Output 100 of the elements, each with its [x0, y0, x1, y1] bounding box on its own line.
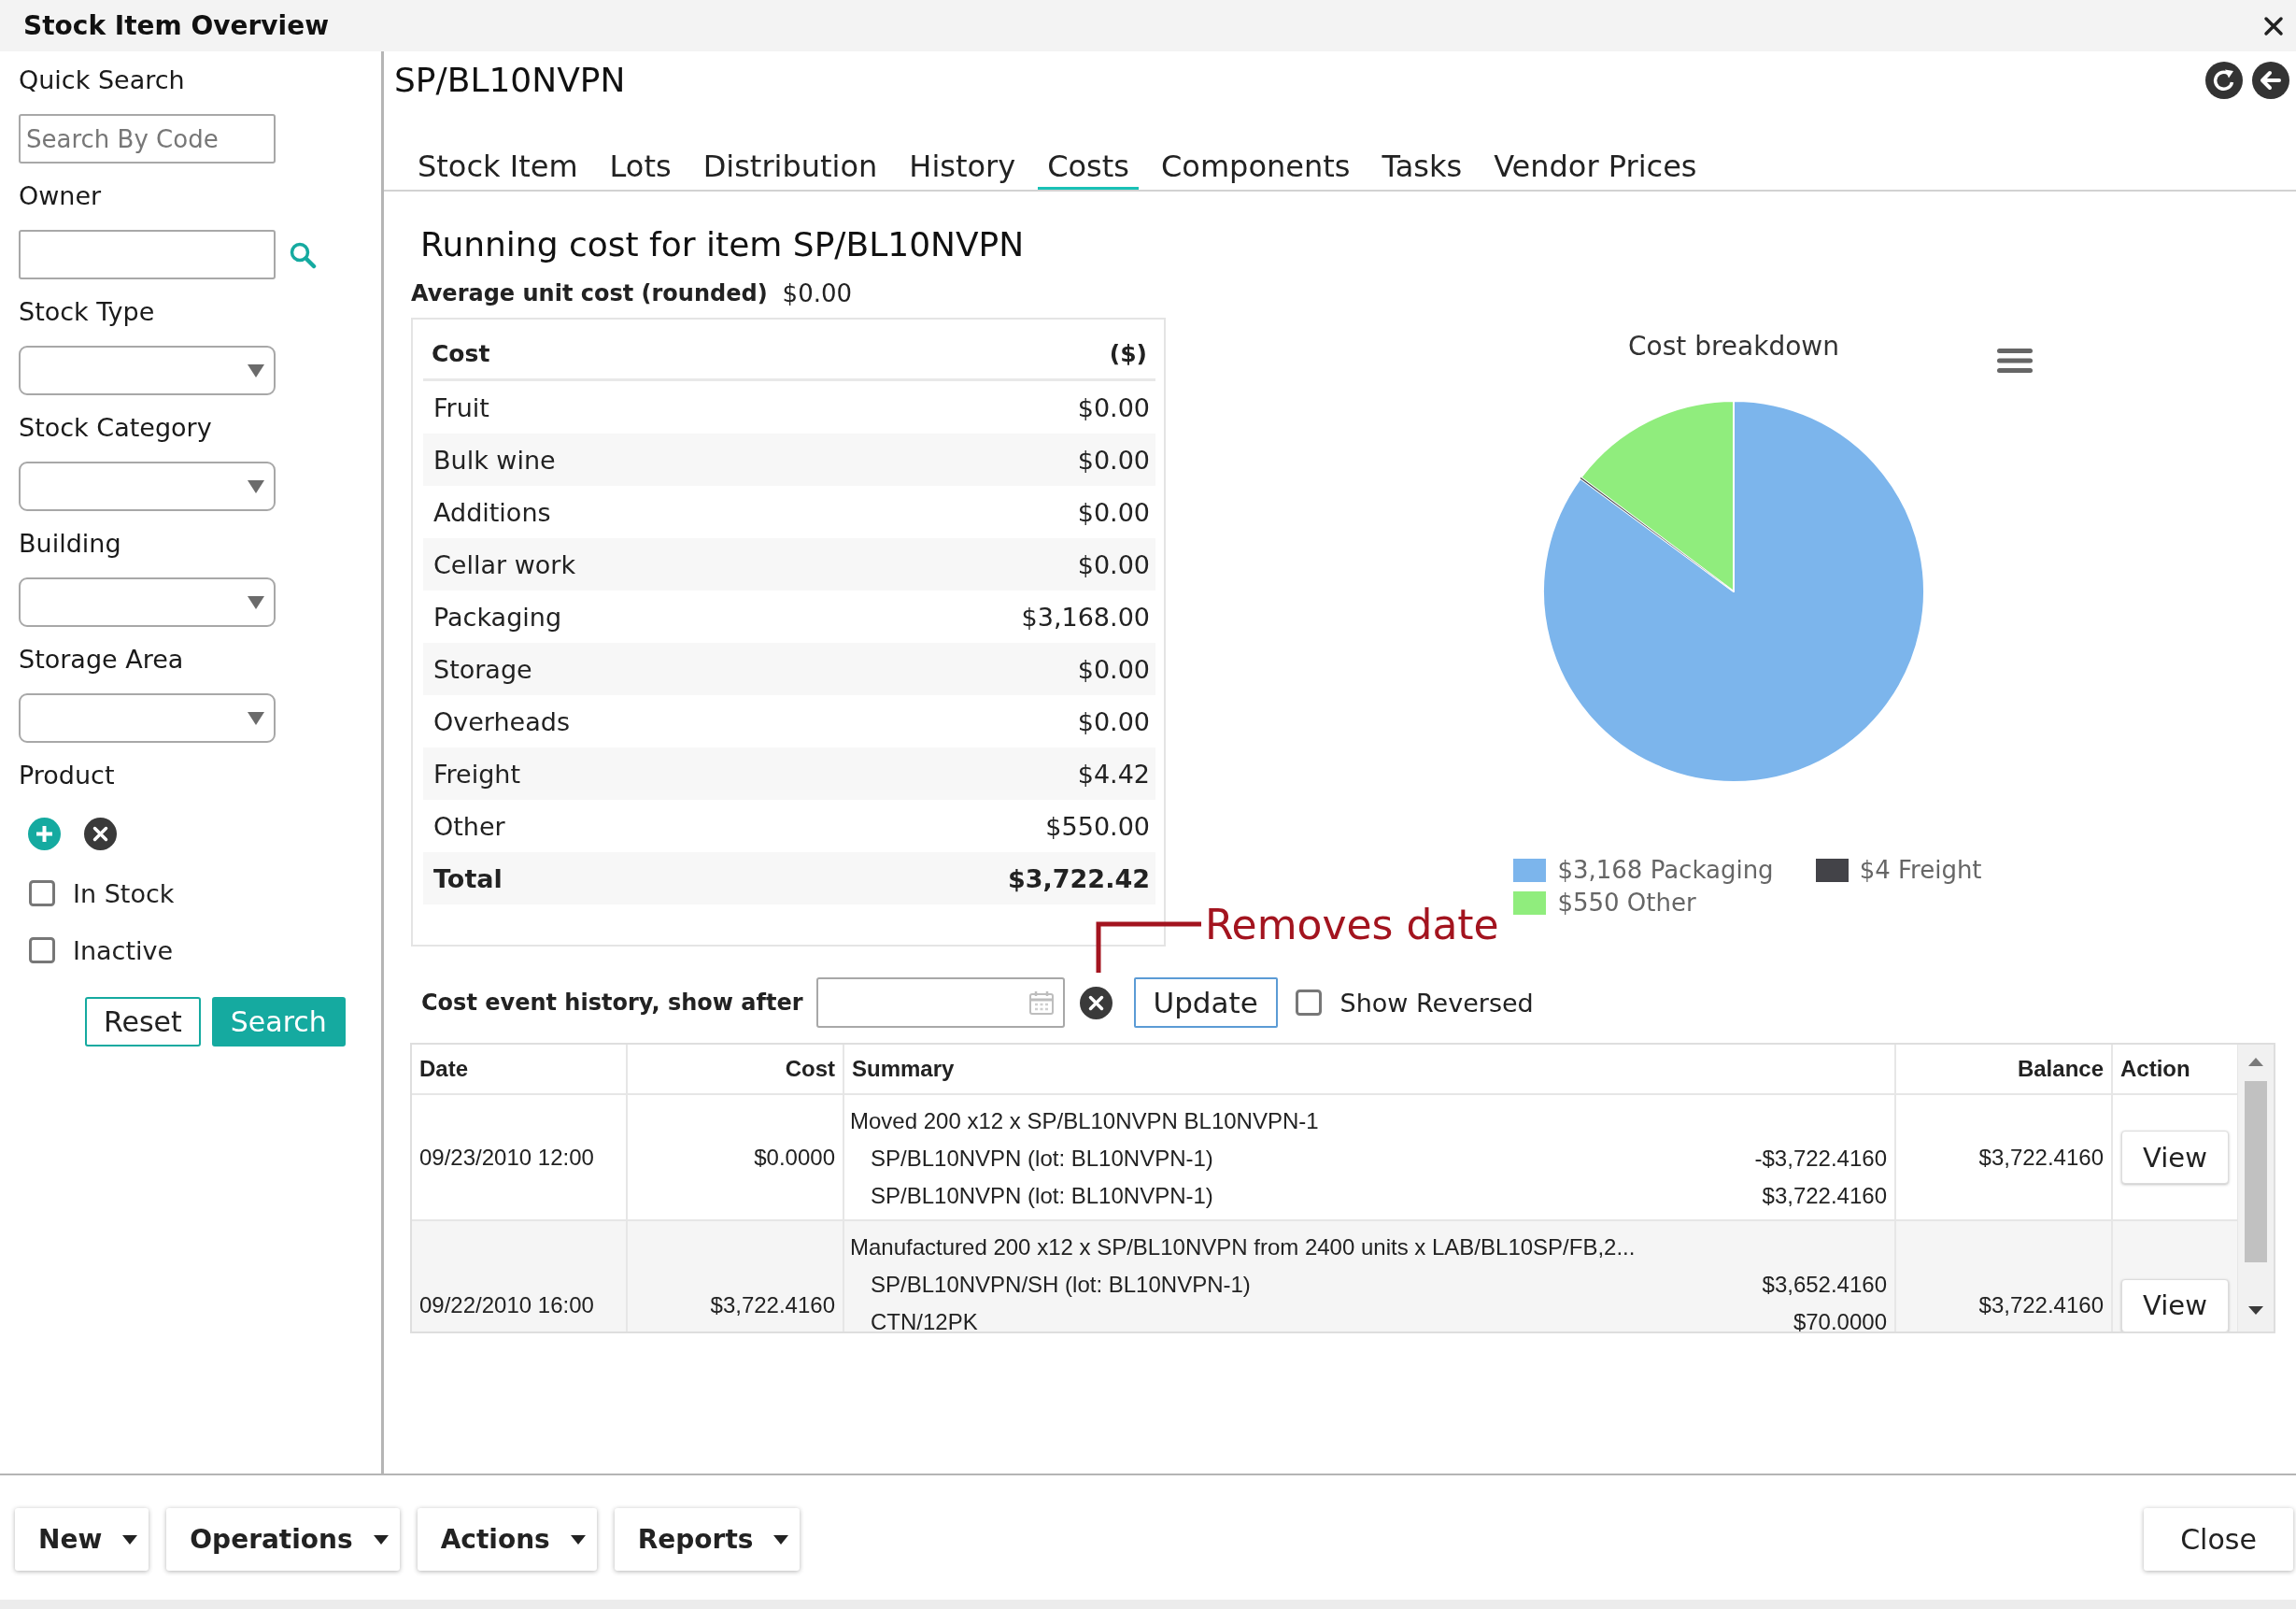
line-amount: $3,652.4160 — [1762, 1271, 1887, 1299]
dropdown[interactable] — [19, 346, 276, 395]
table-cell: Bulk wine — [433, 445, 556, 475]
table-cell: 09/22/2010 16:00 — [412, 1220, 627, 1331]
caret-down-icon — [570, 1534, 586, 1545]
scrollbar[interactable] — [2238, 1045, 2274, 1331]
line-item-text: CTN/12PK — [871, 1308, 978, 1331]
column-header: ($) — [1109, 340, 1147, 367]
arrow-left-icon[interactable] — [2252, 62, 2289, 99]
table-cell: Cellar work — [433, 549, 576, 579]
column-header: Date — [412, 1045, 627, 1094]
field-label: Owner — [19, 180, 102, 212]
caret-down-icon — [248, 711, 264, 725]
line-amount: -$3,722.4160 — [1754, 1145, 1887, 1173]
column-header: Balance — [1895, 1045, 2112, 1094]
view-button[interactable]: View — [2121, 1131, 2229, 1184]
caret-down-icon — [122, 1534, 138, 1545]
table-cell: $0.00 — [1077, 706, 1150, 736]
caret-down-icon — [248, 363, 264, 377]
close-icon[interactable] — [2263, 15, 2284, 36]
tab[interactable]: Components — [1152, 148, 1360, 190]
legend-label: $3,168 Packaging — [1557, 855, 1774, 885]
clear-icon[interactable] — [84, 818, 117, 850]
add-icon[interactable] — [28, 818, 61, 850]
table-cell: $3,722.42 — [1007, 863, 1150, 893]
input-field[interactable] — [19, 230, 276, 279]
checkbox[interactable] — [29, 880, 55, 906]
table-cell: $0.00 — [1077, 549, 1150, 579]
table-cell: Total — [433, 863, 503, 893]
checkbox-label: Inactive — [73, 935, 174, 965]
scrollbar-thumb[interactable] — [2245, 1081, 2267, 1262]
table-cell: $550.00 — [1045, 811, 1150, 841]
tab[interactable]: Tasks — [1372, 148, 1472, 190]
view-button[interactable]: View — [2121, 1278, 2229, 1331]
checkbox[interactable] — [1295, 990, 1322, 1016]
field-label: Product — [19, 760, 115, 791]
table-cell: Fruit — [433, 392, 489, 422]
dropdown-button[interactable]: Reports — [614, 1508, 801, 1571]
close-button[interactable]: Close — [2144, 1508, 2293, 1571]
clear-icon[interactable] — [1079, 986, 1113, 1019]
checkbox[interactable] — [29, 937, 55, 963]
table-cell: $4.42 — [1077, 759, 1150, 789]
field-label: Cost event history, show after — [421, 990, 803, 1016]
table-cell: $0.00 — [1077, 445, 1150, 475]
table-cell: Other — [433, 811, 505, 841]
field-label: Stock Category — [19, 412, 212, 444]
dropdown[interactable] — [19, 462, 276, 511]
line-item-text: SP/BL10NVPN/SH (lot: BL10NVPN-1) — [871, 1271, 1251, 1299]
table-cell: $0.00 — [1077, 497, 1150, 527]
secondary-button[interactable]: Reset — [85, 997, 201, 1047]
table-cell: $0.00 — [1077, 654, 1150, 684]
line-item-text: SP/BL10NVPN (lot: BL10NVPN-1) — [871, 1182, 1213, 1210]
table-cell: Packaging — [433, 602, 562, 632]
tab[interactable]: Vendor Prices — [1484, 148, 1707, 190]
legend-label: $550 Other — [1557, 888, 1696, 918]
legend-label: $4 Freight — [1859, 855, 1982, 885]
dropdown-button[interactable]: Operations — [166, 1508, 400, 1571]
dropdown[interactable] — [19, 693, 276, 743]
tab[interactable]: Distribution — [693, 148, 887, 190]
caret-down-icon — [248, 595, 264, 609]
date-field[interactable] — [815, 977, 1065, 1028]
column-header: Summary — [843, 1045, 1895, 1094]
field-value: $0.00 — [782, 278, 853, 308]
field-label: Storage Area — [19, 644, 184, 676]
window-title: Stock Item Overview — [23, 9, 330, 42]
dropdown-button[interactable]: Actions — [417, 1508, 597, 1571]
checkbox-label: In Stock — [73, 878, 175, 908]
table-cell: Overheads — [433, 706, 570, 736]
tab[interactable]: History — [900, 148, 1026, 190]
dropdown-button[interactable]: New — [15, 1508, 149, 1571]
field-label: Quick Search — [19, 64, 185, 96]
field-label: Stock Type — [19, 296, 155, 328]
table-cell: $0.00 — [1077, 392, 1150, 422]
caret-down-icon — [248, 479, 264, 493]
column-header: Cost — [432, 340, 490, 367]
tab[interactable]: Lots — [600, 148, 681, 190]
refresh-icon[interactable] — [2205, 62, 2243, 99]
line-amount: $70.0000 — [1793, 1308, 1887, 1331]
table-cell: $3,722.4160 — [1895, 1220, 2112, 1331]
field-label: Average unit cost (rounded) — [411, 279, 768, 308]
table-cell: Freight — [433, 759, 521, 789]
update-button[interactable]: Update — [1133, 977, 1278, 1028]
dropdown[interactable] — [19, 577, 276, 627]
search-field[interactable]: Search By Code — [19, 114, 276, 164]
caret-down-icon — [373, 1534, 389, 1545]
search-icon[interactable] — [289, 240, 317, 269]
caret-down-icon — [773, 1534, 789, 1545]
callout-label: Removes date — [1205, 901, 1499, 949]
menu-icon[interactable] — [1997, 349, 2033, 373]
caret-down-icon[interactable] — [2248, 1306, 2263, 1315]
tab[interactable]: Costs — [1038, 148, 1139, 190]
checkbox-label: Show Reversed — [1339, 988, 1534, 1018]
caret-up-icon[interactable] — [2248, 1058, 2263, 1066]
table-cell: $3,168.00 — [1021, 602, 1150, 632]
summary-text: Moved 200 x12 x SP/BL10NVPN BL10NVPN-1 — [850, 1107, 1320, 1135]
line-amount: $3,722.4160 — [1762, 1182, 1887, 1210]
field-label: Building — [19, 528, 121, 560]
summary-text: Manufactured 200 x12 x SP/BL10NVPN from 2400 units x LAB/BL10SP/FB,2... — [850, 1233, 1637, 1261]
tab[interactable]: Stock Item — [408, 148, 588, 190]
table-cell: Additions — [433, 497, 551, 527]
